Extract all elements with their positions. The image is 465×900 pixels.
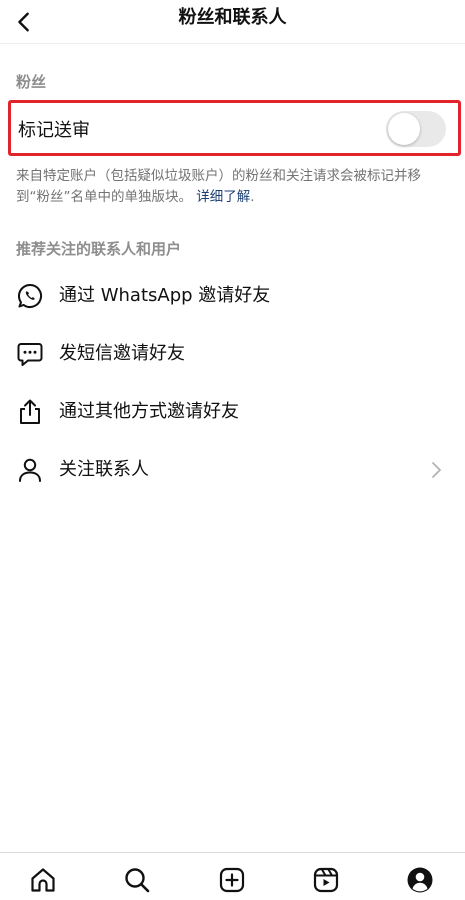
person-icon — [15, 455, 45, 485]
toggle-knob — [388, 113, 420, 145]
invite-whatsapp-item[interactable]: 通过 WhatsApp 邀请好友 — [0, 267, 465, 325]
tab-profile[interactable] — [405, 865, 435, 895]
learn-more-link[interactable]: 详细了解 — [196, 189, 250, 205]
create-icon — [219, 867, 245, 893]
chevron-right-icon — [432, 462, 441, 478]
tab-reels[interactable] — [311, 865, 341, 895]
flag-for-review-toggle[interactable] — [386, 111, 446, 147]
tab-create[interactable] — [217, 865, 247, 895]
whatsapp-icon — [15, 281, 45, 311]
header-bar: 粉丝和联系人 — [0, 0, 465, 44]
invite-other-item[interactable]: 通过其他方式邀请好友 — [0, 383, 465, 441]
tab-search[interactable] — [122, 865, 152, 895]
flag-for-review-label: 标记送审 — [18, 120, 90, 141]
reels-icon — [313, 867, 339, 893]
bottom-tab-bar — [0, 852, 465, 900]
invite-other-label: 通过其他方式邀请好友 — [59, 401, 239, 422]
invite-whatsapp-label: 通过 WhatsApp 邀请好友 — [59, 285, 271, 306]
follow-contacts-item[interactable]: 关注联系人 — [0, 441, 465, 499]
profile-icon — [407, 867, 433, 893]
followers-description: 来自特定账户（包括疑似垃圾账户）的粉丝和关注请求会被标记并移到“粉丝”名单中的单… — [16, 166, 449, 208]
home-icon — [31, 868, 55, 892]
search-icon — [125, 868, 150, 893]
invite-sms-item[interactable]: 发短信邀请好友 — [0, 325, 465, 383]
tab-home[interactable] — [28, 865, 58, 895]
message-icon — [15, 339, 45, 369]
share-icon — [15, 397, 45, 427]
section-label-contacts: 推荐关注的联系人和用户 — [16, 240, 182, 258]
invite-sms-label: 发短信邀请好友 — [59, 343, 185, 364]
section-label-followers: 粉丝 — [16, 73, 47, 91]
follow-contacts-label: 关注联系人 — [59, 459, 149, 480]
description-trailing: . — [250, 189, 255, 205]
page-title: 粉丝和联系人 — [178, 7, 287, 28]
flag-for-review-row: 标记送审 — [8, 100, 461, 156]
